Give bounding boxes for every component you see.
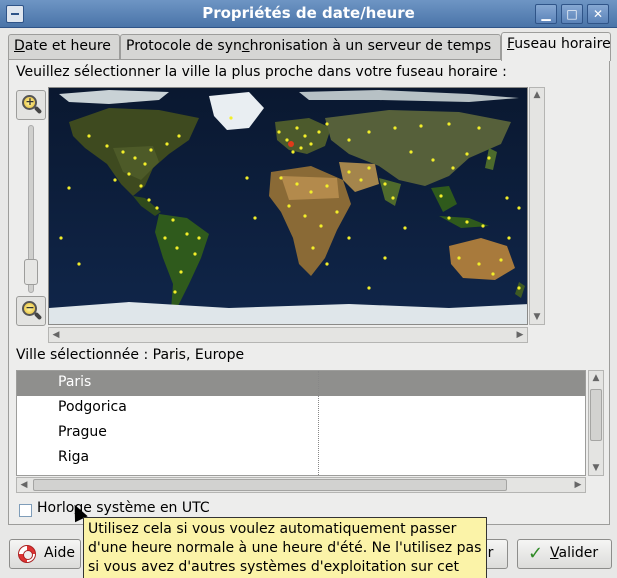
zoom-in-button[interactable]: +	[16, 90, 46, 120]
help-button[interactable]: Aide	[9, 539, 81, 569]
ok-button[interactable]: ✓ Valider	[517, 539, 612, 569]
tab-timezone[interactable]: Fuseau horaire	[501, 32, 611, 61]
selected-city-label: Ville sélectionnée : Paris, Europe	[16, 347, 245, 363]
list-horizontal-scrollbar[interactable]: ◀ ▶	[16, 477, 586, 493]
close-button[interactable]: ✕	[587, 4, 609, 24]
utc-checkbox[interactable]	[19, 504, 32, 517]
list-item[interactable]: Paris	[17, 371, 585, 396]
zoom-out-button[interactable]: −	[16, 296, 46, 326]
minimize-button[interactable]: ▁	[535, 4, 557, 24]
map-vertical-scrollbar[interactable]: ▲ ▼	[529, 87, 545, 325]
world-map-image[interactable]	[49, 88, 528, 325]
column-divider	[318, 371, 319, 475]
zoom-slider-thumb[interactable]	[24, 259, 38, 285]
list-item[interactable]: Podgorica	[17, 396, 585, 421]
maximize-button[interactable]: □	[561, 4, 583, 24]
window-title: Propriétés de date/heure	[202, 4, 415, 22]
list-item[interactable]: Riga	[17, 446, 585, 471]
list-hscroll-thumb[interactable]	[33, 479, 507, 491]
selected-city-marker[interactable]	[288, 141, 294, 147]
timezone-prompt: Veuillez sélectionner la ville la plus p…	[16, 64, 507, 80]
utc-checkbox-label[interactable]: Horloge système en UTC	[37, 500, 210, 516]
list-scroll-thumb[interactable]	[590, 389, 602, 441]
list-vertical-scrollbar[interactable]: ▲ ▼	[588, 370, 604, 476]
city-list[interactable]: Paris Podgorica Prague Riga	[16, 370, 586, 476]
tab-ntp[interactable]: Protocole de synchronisation à un serveu…	[120, 34, 501, 60]
lifebuoy-icon	[18, 545, 36, 563]
world-map[interactable]	[48, 87, 528, 325]
tab-date-time[interactable]: Date et heure	[8, 34, 120, 60]
utc-tooltip: Utilisez cela si vous voulez automatique…	[83, 517, 487, 578]
list-item[interactable]: Prague	[17, 421, 585, 446]
title-bar: Propriétés de date/heure ▁ □ ✕	[0, 0, 617, 28]
map-horizontal-scrollbar[interactable]: ◀ ▶	[48, 327, 528, 343]
checkmark-icon: ✓	[528, 543, 544, 564]
